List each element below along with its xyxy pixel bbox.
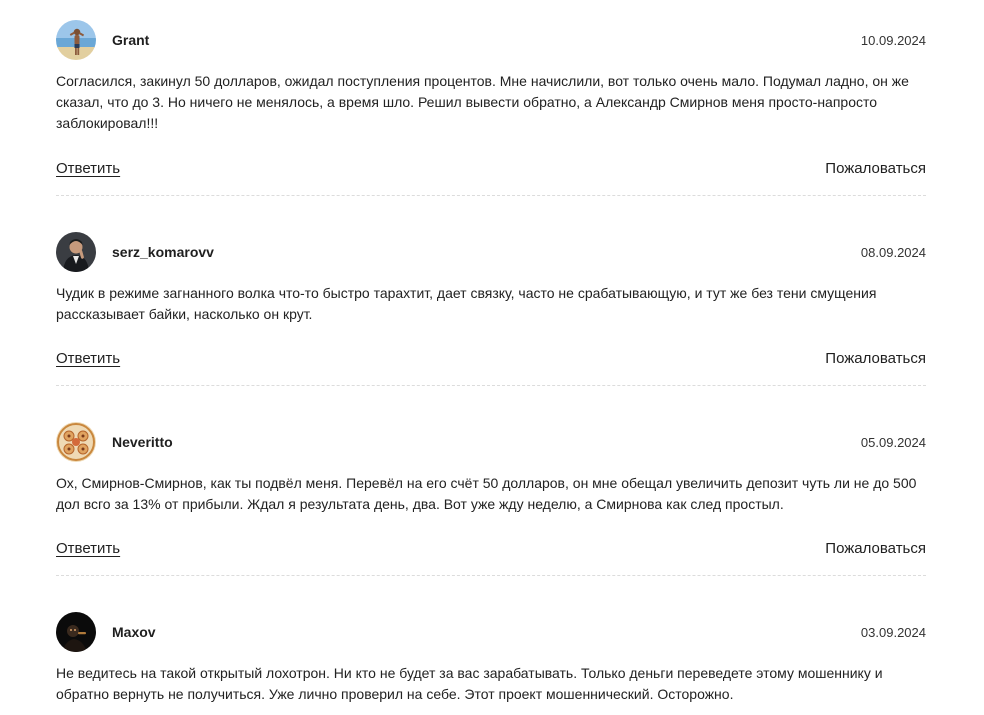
report-link[interactable]: Пожаловаться — [825, 160, 926, 177]
comment-header: Grant 10.09.2024 — [56, 20, 926, 60]
comment-text: Не ведитесь на такой открытый лохотрон. … — [56, 665, 883, 702]
avatar[interactable] — [56, 20, 96, 60]
comment: Neveritto 05.09.2024 Ох, Смирнов-Смирнов… — [56, 386, 926, 576]
report-link[interactable]: Пожаловаться — [825, 350, 926, 367]
comment-username[interactable]: serz_komarovv — [112, 244, 214, 260]
comment: Maxov 03.09.2024 Не ведитесь на такой от… — [56, 576, 926, 709]
comment-username[interactable]: Neveritto — [112, 434, 173, 450]
report-link[interactable]: Пожаловаться — [825, 540, 926, 557]
comment-actions: Ответить Пожаловаться — [56, 350, 926, 370]
comment-date: 05.09.2024 — [860, 435, 926, 450]
comment-username[interactable]: Maxov — [112, 624, 156, 640]
comment-text: Чудик в режиме загнанного волка что-то б… — [56, 285, 877, 322]
comment-date: 03.09.2024 — [860, 625, 926, 640]
comment-date: 10.09.2024 — [860, 33, 926, 48]
comment-header: Neveritto 05.09.2024 — [56, 422, 926, 462]
comments-list: Grant 10.09.2024 Согласился, закинул 50 … — [56, 0, 926, 709]
avatar[interactable] — [56, 232, 96, 272]
comment-header: serz_komarovv 08.09.2024 — [56, 232, 926, 272]
avatar[interactable] — [56, 422, 96, 462]
reply-link[interactable]: Ответить — [56, 540, 120, 557]
comment-username[interactable]: Grant — [112, 32, 149, 48]
comment-header: Maxov 03.09.2024 — [56, 612, 926, 652]
comment-text: Согласился, закинул 50 долларов, ожидал … — [56, 73, 909, 131]
comment-date: 08.09.2024 — [860, 245, 926, 260]
comment-text: Ох, Смирнов-Смирнов, как ты подвёл меня.… — [56, 475, 917, 512]
comment: serz_komarovv 08.09.2024 Чудик в режиме … — [56, 196, 926, 386]
reply-link[interactable]: Ответить — [56, 350, 120, 367]
comment: Grant 10.09.2024 Согласился, закинул 50 … — [56, 0, 926, 196]
avatar[interactable] — [56, 612, 96, 652]
reply-link[interactable]: Ответить — [56, 160, 120, 177]
comment-actions: Ответить Пожаловаться — [56, 540, 926, 560]
comment-actions: Ответить Пожаловаться — [56, 160, 926, 180]
